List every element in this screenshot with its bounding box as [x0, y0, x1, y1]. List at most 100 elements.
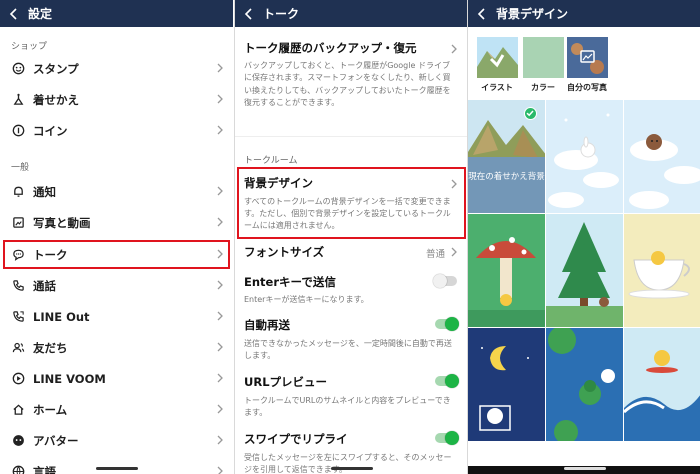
talk-header: トーク: [235, 0, 467, 27]
settings-item-label: 通知: [33, 184, 56, 199]
clouds-brown-illustration-icon: [629, 134, 700, 209]
chevron-right-icon: [451, 247, 457, 257]
settings-item-label: アバター: [33, 433, 79, 448]
settings-item-label: LINE Out: [33, 309, 90, 324]
background-design-item[interactable]: 背景デザイン すべてのトークルームの背景デザインを一括で変更できます。ただし、個…: [244, 175, 457, 232]
pine-tree-illustration-icon: [546, 222, 623, 327]
talk-settings-panel: トーク トーク履歴のバックアップ・復元 バックアップしておくと、トーク履歴がGo…: [234, 0, 467, 474]
settings-item-talk[interactable]: トーク: [0, 239, 233, 270]
page-title: 設定: [28, 7, 53, 21]
settings-item-label: 言語: [33, 464, 56, 474]
auto-resend-toggle[interactable]: [435, 317, 459, 331]
section-label-shop: ショップ: [11, 42, 48, 52]
illustration-thumbnail-icon: [477, 37, 518, 78]
settings-item-avatar[interactable]: アバター: [0, 425, 233, 456]
enter-send-item: Enterキーで送信 Enterキーが送信キーになります。: [244, 274, 457, 306]
background-tile-moon[interactable]: [468, 328, 545, 441]
teacup-illustration-icon: [628, 251, 690, 299]
swipe-reply-title: スワイプでリプライ: [244, 432, 348, 446]
url-preview-item: URLプレビュー トークルームでURLのサムネイルと内容をプレビューできます。: [244, 374, 457, 419]
photo-icon: [11, 216, 25, 230]
lily-pad-illustration-icon: [548, 328, 615, 441]
background-design-title: 背景デザイン: [244, 176, 313, 190]
color-option[interactable]: [523, 37, 564, 78]
chevron-right-icon: [217, 280, 223, 290]
section-label-talkroom: トークルーム: [244, 156, 298, 166]
chevron-right-icon: [217, 435, 223, 445]
voom-icon: [11, 372, 25, 386]
auto-resend-item: 自動再送 送信できなかったメッセージを、一定時間後に自動で再送します。: [244, 317, 457, 362]
settings-item-label: 通話: [33, 278, 56, 293]
settings-item-stickers[interactable]: スタンプ: [0, 53, 233, 84]
clouds-illustration-icon: [548, 113, 619, 208]
language-icon: [11, 465, 25, 474]
settings-panel: 設定 ショップ スタンプ 着せかえ コイン 一般 通知 写真と動画 トーク 通話: [0, 0, 233, 474]
divider: [235, 136, 467, 137]
settings-item-photos-videos[interactable]: 写真と動画: [0, 207, 233, 238]
settings-item-label: 着せかえ: [33, 92, 79, 107]
settings-item-home[interactable]: ホーム: [0, 394, 233, 425]
auto-resend-title: 自動再送: [244, 318, 290, 332]
background-tile-teacup[interactable]: [624, 214, 700, 327]
back-arrow-icon[interactable]: [476, 7, 488, 20]
settings-item-language[interactable]: 言語: [0, 456, 233, 474]
font-size-value: 普通: [425, 249, 445, 260]
page-title: 背景デザイン: [496, 7, 569, 21]
backup-description: バックアップしておくと、トーク履歴がGoogle ドライブに保存されます。スマー…: [244, 61, 451, 108]
settings-item-calls[interactable]: 通話: [0, 270, 233, 301]
chevron-right-icon: [451, 44, 457, 54]
chevron-right-icon: [217, 63, 223, 73]
settings-item-notifications[interactable]: 通知: [0, 176, 233, 207]
gesture-bar: [331, 467, 373, 470]
settings-item-label: 写真と動画: [33, 215, 91, 230]
avatar-icon: [11, 434, 25, 448]
phone-icon: [11, 279, 25, 293]
auto-resend-description: 送信できなかったメッセージを、一定時間後に自動で再送します。: [244, 339, 452, 360]
background-design-panel: 背景デザイン イラスト カラー 自分の写真 現在の着せかえ背景: [467, 0, 700, 474]
enter-send-toggle[interactable]: [433, 274, 457, 288]
smiley-icon: [11, 62, 25, 76]
background-tile-mushroom[interactable]: [468, 214, 545, 327]
url-preview-toggle[interactable]: [435, 374, 459, 388]
chevron-right-icon: [217, 373, 223, 383]
chevron-right-icon: [217, 94, 223, 104]
settings-item-themes[interactable]: 着せかえ: [0, 84, 233, 115]
url-preview-title: URLプレビュー: [244, 375, 328, 389]
back-arrow-icon[interactable]: [8, 7, 20, 20]
chevron-right-icon: [217, 125, 223, 135]
photo-thumbnail-icon: [567, 37, 608, 78]
chevron-right-icon: [217, 466, 223, 474]
backup-restore-item[interactable]: トーク履歴のバックアップ・復元 バックアップしておくと、トーク履歴がGoogle…: [244, 40, 457, 110]
background-tile-clouds-brown[interactable]: [624, 100, 700, 213]
settings-item-label: トーク: [33, 247, 68, 262]
settings-item-friends[interactable]: 友だち: [0, 332, 233, 363]
chevron-right-icon: [217, 404, 223, 414]
swipe-reply-toggle[interactable]: [435, 431, 459, 445]
background-tile-current[interactable]: 現在の着せかえ背景: [468, 100, 545, 213]
chat-bubble-icon: [11, 248, 25, 262]
friends-icon: [11, 341, 25, 355]
illustration-option[interactable]: [477, 37, 518, 78]
gesture-bar: [564, 467, 606, 470]
my-photo-option[interactable]: [567, 37, 608, 78]
background-tile-lily-pad[interactable]: [546, 328, 623, 441]
background-tile-surf[interactable]: [624, 328, 700, 441]
coin-icon: [11, 124, 25, 138]
chevron-right-icon: [217, 217, 223, 227]
home-icon: [11, 403, 25, 417]
background-tile-clouds-cony[interactable]: [546, 100, 623, 213]
settings-item-label: スタンプ: [33, 61, 79, 76]
settings-item-line-out[interactable]: LINE Out: [0, 301, 233, 332]
settings-item-line-voom[interactable]: LINE VOOM: [0, 363, 233, 394]
settings-item-coins[interactable]: コイン: [0, 115, 233, 146]
settings-item-label: コイン: [33, 123, 68, 138]
mushroom-illustration-icon: [468, 237, 545, 327]
chevron-right-icon: [217, 342, 223, 352]
background-tile-pine-tree[interactable]: [546, 214, 623, 327]
chevron-right-icon: [451, 179, 457, 189]
enter-send-description: Enterキーが送信キーになります。: [244, 295, 369, 304]
background-design-header: 背景デザイン: [468, 0, 700, 27]
line-out-icon: [11, 310, 25, 324]
back-arrow-icon[interactable]: [243, 7, 255, 20]
settings-header: 設定: [0, 0, 233, 27]
